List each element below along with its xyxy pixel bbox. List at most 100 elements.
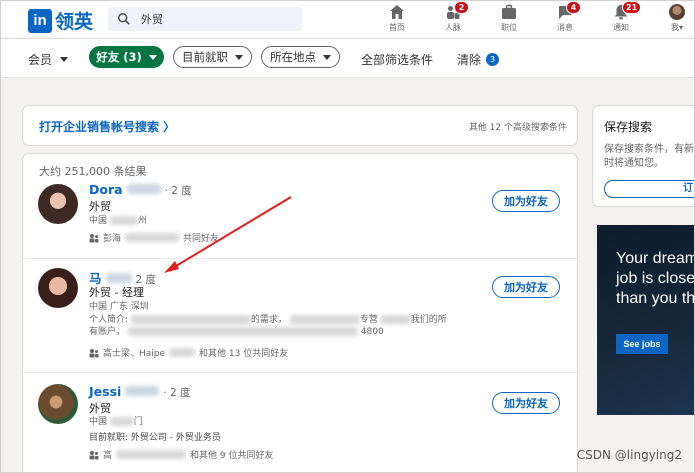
- person-location: 中国 州: [89, 213, 147, 226]
- location-filter-pill[interactable]: 所在地点: [261, 46, 340, 68]
- redacted-text: [127, 327, 358, 336]
- nav-me[interactable]: 我▾: [657, 4, 694, 33]
- add-friend-button[interactable]: 加为好友: [492, 392, 560, 414]
- redacted-text: [130, 315, 251, 324]
- brand-name: 领英: [55, 11, 94, 33]
- search-box[interactable]: [108, 7, 302, 31]
- nav-home[interactable]: 首页: [375, 4, 419, 33]
- logo-mark: in: [28, 8, 52, 33]
- person-headline: 外贸 - 经理: [89, 286, 144, 299]
- redacted-text: [380, 315, 411, 324]
- nav-messaging-badge: 4: [566, 1, 581, 14]
- mutual-connections[interactable]: 高士梁、Haipe 和其他 13 位共同好友: [89, 346, 288, 359]
- home-icon: [390, 5, 404, 19]
- summary-mid2: 专营: [359, 315, 378, 325]
- location-suffix: 门: [133, 417, 143, 427]
- sales-search-link[interactable]: 打开企业销售帐号搜索 〉: [39, 118, 175, 135]
- redacted-text: [109, 216, 138, 225]
- person-name[interactable]: Jessi: [89, 384, 121, 399]
- redacted-text: [169, 348, 196, 357]
- divider: [23, 258, 577, 259]
- me-avatar: [669, 4, 685, 20]
- people-icon: [89, 348, 99, 357]
- nav-me-label-wrap: 我▾: [670, 23, 683, 32]
- mutual-connections[interactable]: 高 和其他 9 位共同好友: [89, 448, 273, 461]
- mutual-connections[interactable]: 彭海 共同好友: [89, 231, 219, 244]
- sales-search-card: 打开企业销售帐号搜索 〉 其他 12 个高级搜索条件: [23, 106, 577, 145]
- watermark: CSDN @lingying2: [576, 448, 682, 462]
- ad-headline: Your dream job is closer than you think: [616, 250, 695, 307]
- mutual-prefix: 高: [103, 451, 113, 461]
- nav-jobs[interactable]: 职位: [487, 4, 531, 33]
- nav-notifications[interactable]: 21 通知: [599, 1, 643, 33]
- clear-filters-button[interactable]: 清除 3: [457, 51, 500, 68]
- list-item: Jessi · 2 度 外贸 中国 门 目前就职: 外贸公司 - 外贸业务员 高…: [23, 382, 577, 472]
- clear-filters-count: 3: [486, 53, 500, 66]
- connection-degree: · 2 度: [164, 185, 192, 197]
- location-prefix: 中国: [89, 216, 108, 226]
- search-icon: [118, 13, 130, 25]
- summary-mid: 的需求，: [250, 315, 287, 325]
- person-headline: 外贸: [89, 200, 111, 213]
- person-location: 中国 门: [89, 414, 143, 427]
- clear-filters-label: 清除: [457, 53, 482, 67]
- member-filter-label: 会员: [28, 53, 53, 67]
- chevron-down-icon: [148, 54, 157, 60]
- summary-line2-suffix: 4800: [360, 327, 384, 337]
- avatar[interactable]: [38, 268, 78, 308]
- mutual-prefix: 彭海: [103, 234, 122, 244]
- redacted-text: [289, 315, 360, 324]
- location-suffix: 州: [137, 216, 147, 226]
- search-input[interactable]: [139, 11, 293, 27]
- summary-line2-prefix: 有账户，: [89, 327, 126, 337]
- redacted-text: [126, 184, 161, 194]
- member-filter[interactable]: 会员: [28, 51, 69, 68]
- person-name[interactable]: Dora: [89, 182, 123, 197]
- jobs-ad[interactable]: Your dream job is closer than you think …: [597, 225, 695, 415]
- people-icon: [89, 233, 99, 242]
- redacted-text: [116, 450, 187, 459]
- divider: [23, 372, 577, 373]
- nav-me-label: 我: [670, 23, 679, 32]
- subscribe-button[interactable]: 订: [604, 180, 694, 198]
- person-name-row: Dora · 2 度: [89, 182, 192, 198]
- nav-home-label: 首页: [389, 23, 405, 32]
- mutual-prefix: 高士梁、Haipe: [103, 349, 166, 359]
- summary-prefix: 个人简介:: [89, 315, 129, 325]
- avatar[interactable]: [38, 184, 78, 224]
- network-icon-wrap: 2: [445, 1, 469, 20]
- location-filter-label: 所在地点: [270, 50, 316, 64]
- chevron-down-icon: [60, 57, 69, 62]
- person-name-row: Jessi · 2 度: [89, 384, 191, 400]
- nav-network-badge: 2: [454, 1, 469, 14]
- friends-filter-pill[interactable]: 好友 (3): [89, 46, 164, 68]
- person-summary: 个人简介: 的需求， 专营 我们的所 有账户， 4800: [89, 314, 499, 338]
- all-filters-button[interactable]: 全部筛选条件: [361, 51, 433, 68]
- notifications-icon-wrap: 21: [613, 1, 642, 20]
- nav-jobs-label: 职位: [501, 23, 517, 32]
- nav-notifications-badge: 21: [622, 1, 642, 14]
- advanced-filters-note: 其他 12 个高级搜索条件: [468, 123, 567, 133]
- nav-network-label: 人脉: [445, 23, 461, 32]
- linkedin-logo[interactable]: in 领英: [28, 7, 93, 34]
- chevron-down-icon: [323, 54, 331, 60]
- person-location: 中国 广东 深圳: [89, 302, 149, 312]
- company-filter-pill[interactable]: 目前就职: [173, 46, 252, 68]
- avatar[interactable]: [38, 384, 78, 424]
- list-item: Dora · 2 度 外贸 中国 州 彭海 共同好友 加为好友: [23, 180, 577, 260]
- page-frame: in 领英 首页 2 人脉: [0, 0, 695, 473]
- jobs-icon: [502, 4, 516, 19]
- location-prefix: 中国: [89, 417, 108, 427]
- nav-messaging-label: 消息: [557, 23, 573, 32]
- add-friend-button[interactable]: 加为好友: [492, 276, 560, 298]
- add-friend-button[interactable]: 加为好友: [492, 190, 560, 212]
- redacted-text: [125, 233, 180, 242]
- nav-messaging[interactable]: 4 消息: [543, 1, 587, 33]
- company-filter-label: 目前就职: [182, 50, 228, 64]
- save-search-title: 保存搜索: [604, 120, 653, 134]
- see-jobs-button[interactable]: See jobs: [616, 334, 668, 354]
- nav-network[interactable]: 2 人脉: [431, 1, 475, 33]
- redacted-text: [109, 417, 134, 426]
- current-position: 目前就职: 外贸公司 - 外贸业务员: [89, 433, 221, 443]
- redacted-text: [125, 386, 160, 396]
